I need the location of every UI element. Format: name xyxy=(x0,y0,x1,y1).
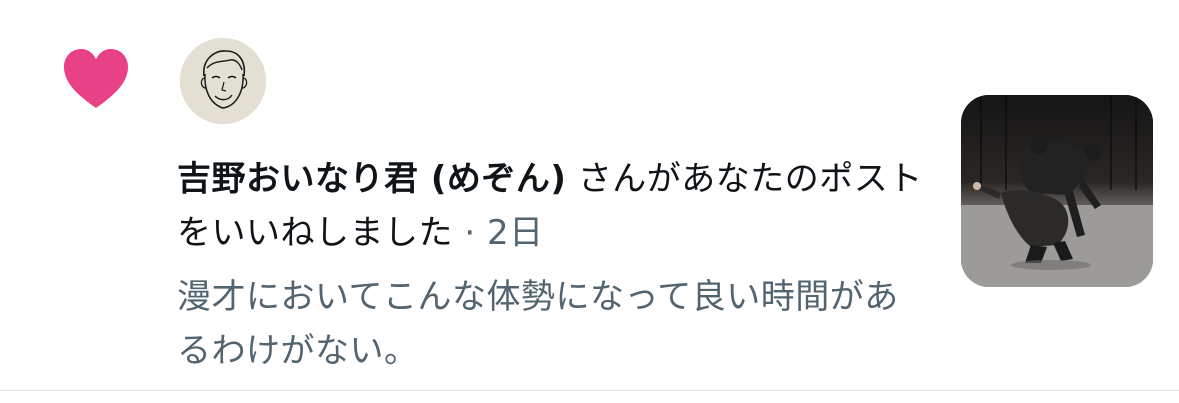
like-notification[interactable]: 吉野おいなり君 (めぞん) さんがあなたのポストをいいねしました · 2日 漫才… xyxy=(0,0,1179,403)
divider xyxy=(0,390,1179,391)
post-thumbnail[interactable] xyxy=(961,95,1153,287)
avatar[interactable] xyxy=(180,38,266,124)
post-preview-text[interactable]: 漫才においてこんな体勢になって良い時間があるわけがない。 xyxy=(177,270,917,378)
notification-body: 吉野おいなり君 (めぞん) さんがあなたのポストをいいねしました · 2日 漫才… xyxy=(177,152,937,378)
heart-icon xyxy=(62,48,130,110)
timestamp: 2日 xyxy=(486,213,544,253)
notification-headline: 吉野おいなり君 (めぞん) さんがあなたのポストをいいねしました · 2日 xyxy=(177,152,937,260)
user-name-link[interactable]: 吉野おいなり君 (めぞん) xyxy=(177,159,566,199)
separator-dot: · xyxy=(464,213,476,253)
